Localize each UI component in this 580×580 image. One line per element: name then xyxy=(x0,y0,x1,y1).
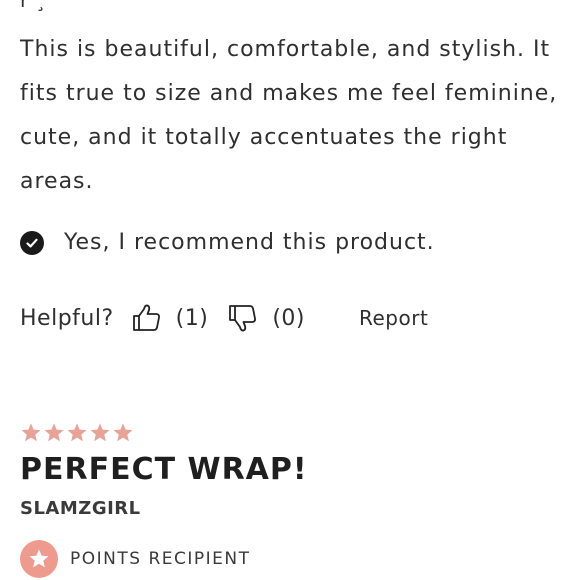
downvote-count: (0) xyxy=(272,305,305,331)
star-icon xyxy=(90,423,110,442)
helpful-yes-button[interactable]: (1) xyxy=(130,301,209,335)
helpful-row: Helpful? (1) (0) Report xyxy=(20,301,428,335)
recommend-row: Yes, I recommend this product. xyxy=(20,230,435,255)
star-rating xyxy=(20,422,135,444)
review-title: PERFECT WRAP! xyxy=(20,452,308,487)
recommend-text: Yes, I recommend this product. xyxy=(64,230,435,255)
star-icon xyxy=(44,423,64,442)
thumbs-up-icon xyxy=(132,304,160,331)
reviewer-name: SLAMZGIRL xyxy=(20,498,141,519)
check-circle-icon xyxy=(20,230,44,255)
thumbs-down-icon xyxy=(229,305,257,332)
star-icon xyxy=(67,423,87,442)
points-recipient-badge: POINTS RECIPIENT xyxy=(20,540,251,578)
helpful-label: Helpful? xyxy=(20,305,114,331)
points-recipient-label: POINTS RECIPIENT xyxy=(70,549,251,569)
star-icon xyxy=(113,423,133,442)
star-icon xyxy=(21,423,41,442)
star-badge-icon xyxy=(20,540,58,578)
previous-line-clipped: r ¸ xyxy=(20,0,47,12)
review-body: This is beautiful, comfortable, and styl… xyxy=(20,37,558,194)
upvote-count: (1) xyxy=(175,305,209,331)
helpful-no-button[interactable]: (0) xyxy=(226,301,305,335)
report-link[interactable]: Report xyxy=(359,306,428,330)
